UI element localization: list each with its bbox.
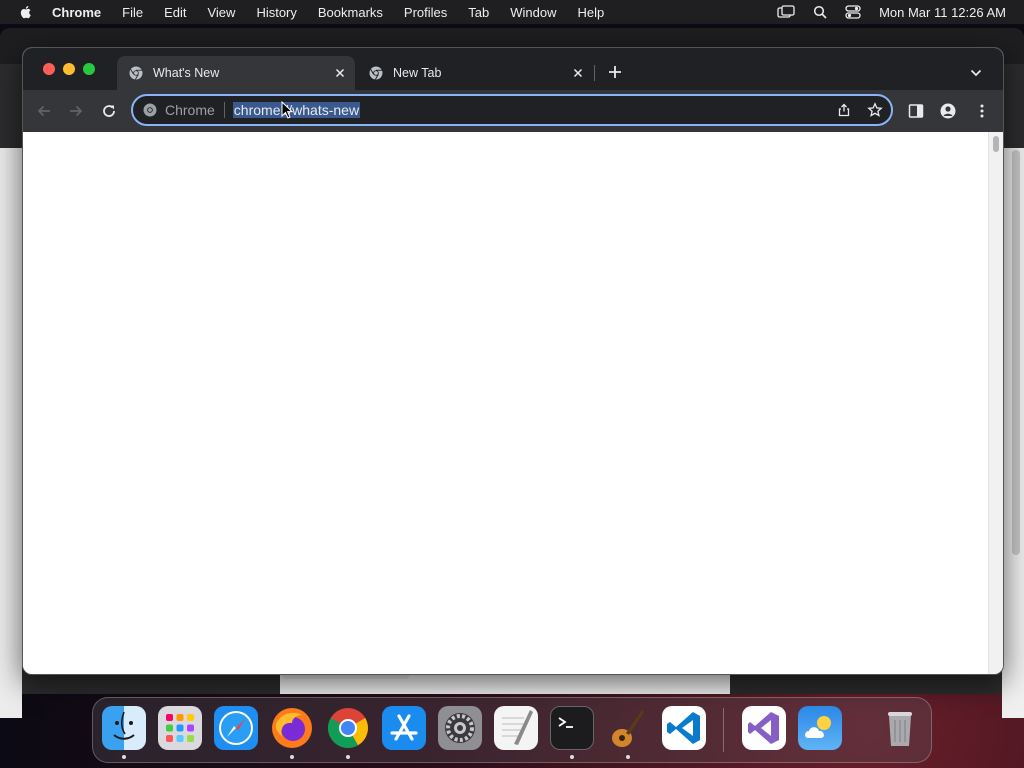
url-text[interactable]: chrome://whats-new bbox=[232, 102, 361, 118]
menu-bookmarks[interactable]: Bookmarks bbox=[318, 5, 383, 20]
scrollbar-thumb[interactable] bbox=[993, 136, 999, 152]
menu-tab[interactable]: Tab bbox=[468, 5, 489, 20]
finder-icon[interactable] bbox=[102, 706, 146, 750]
side-panel-icon[interactable] bbox=[908, 103, 924, 119]
forward-arrow-icon[interactable] bbox=[67, 102, 85, 120]
page-scrollbar[interactable] bbox=[988, 132, 1003, 674]
visual-studio-icon[interactable] bbox=[742, 706, 786, 750]
menu-view[interactable]: View bbox=[207, 5, 235, 20]
tab-strip: What's New New Tab bbox=[23, 48, 1003, 90]
chrome-favicon-icon bbox=[129, 66, 143, 80]
chrome-app-icon[interactable] bbox=[326, 706, 370, 750]
chrome-window: What's New New Tab Chrome chrome://whats… bbox=[22, 47, 1004, 675]
weather-icon[interactable] bbox=[798, 706, 842, 750]
kebab-menu-icon[interactable] bbox=[974, 103, 990, 119]
share-icon[interactable] bbox=[837, 103, 851, 117]
firefox-icon[interactable] bbox=[270, 706, 314, 750]
chrome-favicon-icon bbox=[369, 66, 383, 80]
menu-edit[interactable]: Edit bbox=[164, 5, 186, 20]
trash-icon[interactable] bbox=[878, 706, 922, 750]
address-bar[interactable]: Chrome chrome://whats-new bbox=[131, 94, 893, 126]
menubar-clock[interactable]: Mon Mar 11 12:26 AM bbox=[879, 5, 1006, 20]
tab-search-chevron-down-icon[interactable] bbox=[969, 66, 983, 80]
dock-running-indicator bbox=[122, 755, 126, 759]
chrome-logo-icon bbox=[143, 103, 157, 117]
reload-icon[interactable] bbox=[100, 102, 118, 120]
menu-profiles[interactable]: Profiles bbox=[404, 5, 447, 20]
toolbar: Chrome chrome://whats-new bbox=[23, 90, 1003, 132]
dock-running-indicator bbox=[290, 755, 294, 759]
tab-separator bbox=[594, 65, 595, 81]
safari-compass-icon[interactable] bbox=[214, 706, 258, 750]
background-scrollbar[interactable] bbox=[1012, 150, 1020, 555]
menu-window[interactable]: Window bbox=[510, 5, 556, 20]
menu-history[interactable]: History bbox=[256, 5, 296, 20]
profile-avatar-icon[interactable] bbox=[940, 103, 956, 119]
dock-separator bbox=[723, 708, 724, 752]
background-content-left bbox=[0, 148, 22, 718]
chip-separator bbox=[223, 102, 225, 118]
vscode-icon[interactable] bbox=[662, 706, 706, 750]
control-center-icon[interactable] bbox=[845, 5, 861, 19]
garageband-guitar-icon[interactable] bbox=[606, 706, 650, 750]
textedit-icon[interactable] bbox=[494, 706, 538, 750]
tab-title: New Tab bbox=[393, 66, 442, 80]
launchpad-icon[interactable] bbox=[158, 706, 202, 750]
dock-running-indicator bbox=[346, 755, 350, 759]
page-content[interactable] bbox=[23, 132, 988, 674]
dock bbox=[92, 697, 932, 763]
spotlight-search-icon[interactable] bbox=[813, 5, 827, 19]
apple-icon[interactable] bbox=[18, 4, 34, 20]
mouse-cursor-icon bbox=[281, 101, 293, 119]
tab-close-icon[interactable] bbox=[333, 66, 347, 80]
back-arrow-icon[interactable] bbox=[35, 102, 53, 120]
tab-title: What's New bbox=[153, 66, 220, 80]
new-tab-plus-icon[interactable] bbox=[607, 64, 623, 80]
terminal-icon[interactable] bbox=[550, 706, 594, 750]
app-store-icon[interactable] bbox=[382, 706, 426, 750]
menu-app-name[interactable]: Chrome bbox=[52, 5, 101, 20]
menu-file[interactable]: File bbox=[122, 5, 143, 20]
security-chip-label[interactable]: Chrome bbox=[165, 102, 215, 118]
screen-mirroring-icon[interactable] bbox=[777, 5, 795, 19]
bookmark-star-icon[interactable] bbox=[867, 102, 883, 118]
window-close-button[interactable] bbox=[43, 63, 55, 75]
dock-running-indicator bbox=[626, 755, 630, 759]
menu-bar: Chrome File Edit View History Bookmarks … bbox=[0, 0, 1024, 24]
window-zoom-button[interactable] bbox=[83, 63, 95, 75]
menu-help[interactable]: Help bbox=[578, 5, 605, 20]
tab-whats-new[interactable]: What's New bbox=[117, 56, 355, 90]
tab-new-tab[interactable]: New Tab bbox=[357, 56, 593, 90]
tab-close-icon[interactable] bbox=[571, 66, 585, 80]
system-settings-gear-icon[interactable] bbox=[438, 706, 482, 750]
dock-running-indicator bbox=[570, 755, 574, 759]
window-minimize-button[interactable] bbox=[63, 63, 75, 75]
